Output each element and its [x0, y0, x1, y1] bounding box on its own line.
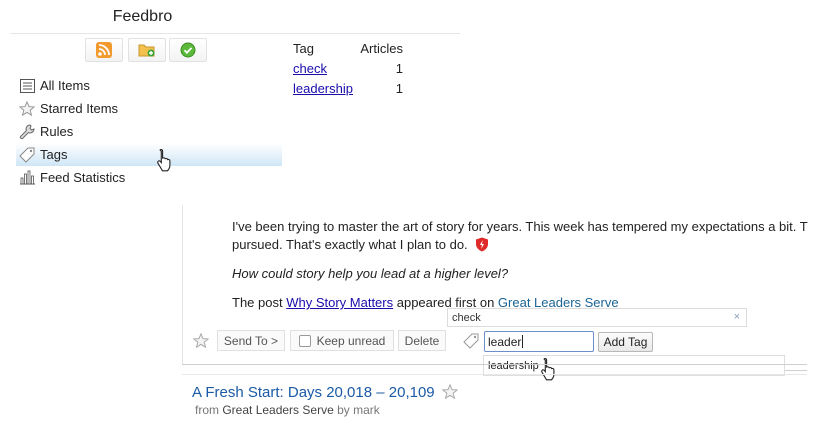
tag-suggestion-item[interactable]: leadership: [483, 355, 785, 376]
mark-all-read-button[interactable]: [169, 38, 207, 62]
next-article-title[interactable]: A Fresh Start: Days 20,018 – 20,109: [192, 383, 459, 401]
sidebar-item-label: Feed Statistics: [40, 170, 126, 185]
existing-tag-chip: check: [452, 311, 481, 324]
article-divider: [182, 364, 807, 365]
tags-table-header: Tag Articles: [293, 38, 403, 58]
tag-icon: [18, 147, 36, 163]
send-to-button[interactable]: Send To >: [217, 330, 285, 351]
table-row: leadership 1: [293, 78, 403, 98]
tag-input-value: leader: [488, 334, 522, 349]
add-folder-button[interactable]: [128, 38, 166, 62]
sidebar-item-starred-items[interactable]: Starred Items: [16, 97, 282, 120]
delete-button[interactable]: Delete: [398, 330, 446, 351]
sidebar-item-label: All Items: [40, 78, 90, 93]
star-icon[interactable]: [441, 383, 459, 400]
checkmark-icon: [180, 42, 196, 58]
sidebar-item-label: Rules: [40, 124, 74, 139]
post-prefix: The post: [232, 295, 287, 310]
sidebar-item-tags[interactable]: Tags: [16, 143, 282, 166]
rss-icon: [96, 42, 112, 58]
article-paragraph-1: I've been trying to master the art of st…: [232, 219, 808, 234]
add-folder-icon: [138, 44, 155, 57]
keep-unread-checkbox[interactable]: [298, 334, 311, 347]
next-article-title-text[interactable]: A Fresh Start: Days 20,018 – 20,109: [192, 384, 435, 401]
bar-chart-icon: [18, 170, 36, 186]
star-article-icon[interactable]: [193, 333, 209, 348]
column-header-articles: Articles: [360, 40, 403, 56]
next-article-byline: from Great Leaders Serve by mark: [195, 403, 380, 417]
tag-input[interactable]: leader: [484, 331, 594, 352]
article-divider-right: [785, 370, 807, 371]
post-link[interactable]: Why Story Matters: [286, 295, 393, 310]
sidebar-item-label: Tags: [40, 147, 68, 162]
article-question: How could story help you lead at a highe…: [232, 266, 509, 281]
tag-article-count: 1: [395, 60, 403, 76]
sidebar-item-rules[interactable]: Rules: [16, 120, 282, 143]
tags-table: Tag Articles check 1 leadership 1: [293, 38, 403, 98]
sidebar-item-feed-statistics[interactable]: Feed Statistics: [16, 166, 282, 189]
table-row: check 1: [293, 58, 403, 78]
article-left-border: [182, 205, 183, 365]
article-divider-lower: [182, 374, 807, 375]
wrench-icon: [18, 123, 36, 140]
keep-unread-label: Keep unread: [316, 333, 386, 348]
list-icon: [18, 78, 36, 94]
keep-unread-toggle[interactable]: Keep unread: [290, 330, 394, 351]
header-divider: [10, 33, 460, 34]
app-title: Feedbro: [112, 8, 173, 25]
subscribe-feed-button[interactable]: [85, 38, 123, 62]
column-header-tag: Tag: [293, 40, 314, 56]
tag-article-count: 1: [395, 80, 403, 96]
article-paragraph-2: pursued. That's exactly what I plan to d…: [232, 237, 820, 252]
author-name: mark: [353, 403, 380, 417]
feed-name-link[interactable]: Great Leaders Serve: [222, 403, 333, 417]
existing-tags-box[interactable]: check ×: [447, 308, 747, 327]
article-paragraph-2-text: pursued. That's exactly what I plan to d…: [232, 237, 468, 252]
sidebar-item-all-items[interactable]: All Items: [16, 74, 282, 97]
by-label: by: [333, 403, 354, 417]
tag-link-leadership[interactable]: leadership: [293, 81, 353, 96]
clear-tags-icon[interactable]: ×: [734, 311, 740, 323]
from-label: from: [195, 403, 223, 417]
add-tag-button[interactable]: Add Tag: [598, 332, 653, 352]
tag-icon[interactable]: [463, 333, 479, 349]
text-caret: [522, 335, 524, 348]
sidebar-item-label: Starred Items: [40, 101, 119, 116]
star-icon: [18, 101, 36, 117]
shield-icon: [476, 237, 489, 252]
sidebar-nav: All Items Starred Items Rules Tags Feed …: [16, 74, 282, 189]
tag-link-check[interactable]: check: [293, 61, 327, 76]
